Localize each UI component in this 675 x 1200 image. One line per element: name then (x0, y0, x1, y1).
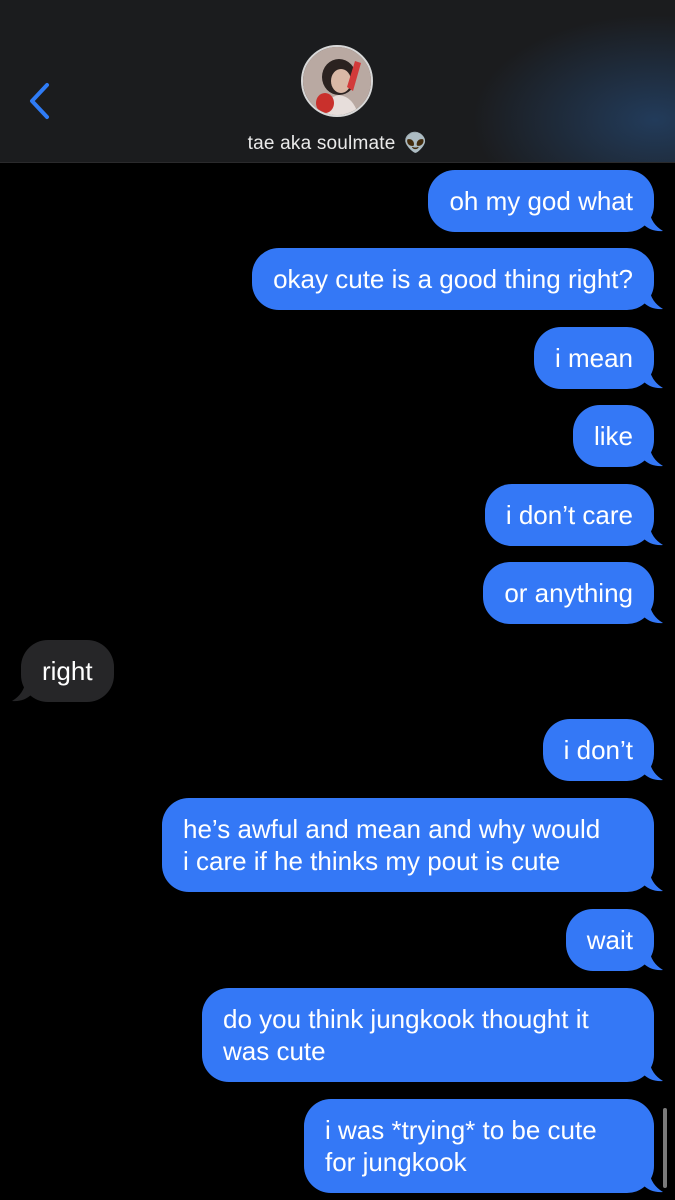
sent-bubble-tail (643, 759, 663, 781)
message-text: wait (586, 925, 633, 955)
sent-message-bubble[interactable]: i mean (533, 327, 654, 389)
message-text: oh my god what (449, 186, 633, 216)
chevron-left-icon (30, 83, 49, 119)
message-text: i was *trying* to be cute for jungkook (325, 1115, 597, 1177)
received-bubble-tail (12, 680, 32, 702)
sent-bubble-tail (643, 367, 663, 389)
sent-message-bubble[interactable]: wait (565, 909, 654, 971)
sent-bubble-tail (643, 524, 663, 546)
message-text: i don’t care (505, 500, 633, 530)
conversation-header: tae aka soulmate 👽 (0, 0, 675, 163)
sent-bubble-tail (643, 1060, 663, 1082)
sent-bubble-tail (643, 288, 663, 310)
message-text: do you think jungkook thought it was cut… (223, 1004, 589, 1066)
message-text: i mean (554, 343, 633, 373)
sent-message-bubble[interactable]: do you think jungkook thought it was cut… (202, 988, 654, 1082)
sent-bubble-tail (643, 1171, 663, 1193)
contact-name: tae aka soulmate (247, 133, 396, 154)
sent-message-bubble[interactable]: or anything (483, 562, 654, 624)
contact-name-row[interactable]: tae aka soulmate 👽 (0, 131, 675, 155)
message-text: right (42, 656, 93, 686)
message-text: or anything (504, 578, 633, 608)
sent-message-bubble[interactable]: i don’t care (484, 484, 654, 546)
alien-emoji-icon: 👽 (403, 133, 428, 154)
sent-bubble-tail (643, 870, 663, 892)
message-thread[interactable]: oh my god what okay cute is a good thing … (0, 163, 675, 1200)
contact-avatar[interactable] (301, 45, 373, 117)
sent-bubble-tail (643, 949, 663, 971)
received-message-bubble[interactable]: right (21, 640, 114, 702)
sent-message-bubble[interactable]: he’s awful and mean and why would i care… (162, 798, 654, 892)
sent-message-bubble[interactable]: okay cute is a good thing right? (252, 248, 654, 310)
message-text: he’s awful and mean and why would i care… (183, 814, 601, 876)
message-text: like (593, 421, 633, 451)
sent-message-bubble[interactable]: i was *trying* to be cute for jungkook (304, 1099, 654, 1193)
message-text: okay cute is a good thing right? (273, 264, 633, 294)
back-button[interactable] (22, 78, 62, 124)
sent-message-bubble[interactable]: i don’t (542, 719, 654, 781)
sent-message-bubble[interactable]: oh my god what (428, 170, 654, 232)
message-text: i don’t (563, 735, 633, 765)
scrollbar[interactable] (663, 1108, 667, 1188)
avatar-photo (303, 47, 371, 115)
sent-bubble-tail (643, 210, 663, 232)
sent-bubble-tail (643, 445, 663, 467)
sent-message-bubble[interactable]: like (572, 405, 654, 467)
sent-bubble-tail (643, 602, 663, 624)
